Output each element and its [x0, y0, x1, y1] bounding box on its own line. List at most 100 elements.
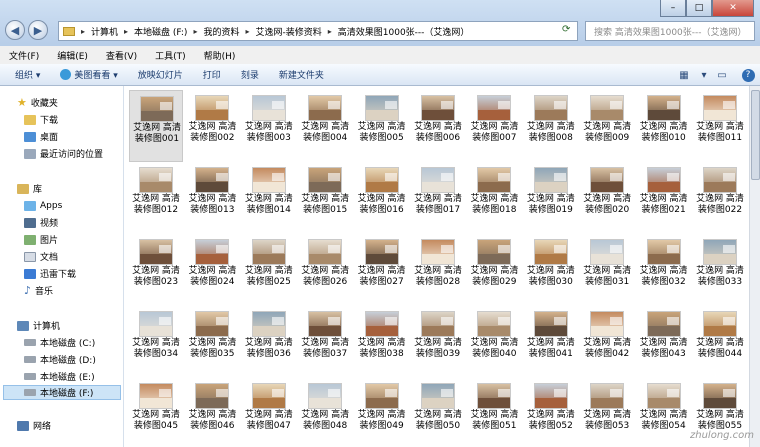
- menu-view[interactable]: 查看(V): [106, 49, 137, 62]
- file-item[interactable]: 艾逸网 高清装修图041: [524, 306, 578, 378]
- file-item[interactable]: 艾逸网 高清装修图047: [242, 378, 296, 447]
- minimize-button[interactable]: –: [660, 0, 686, 17]
- sidebar-item-recent[interactable]: 最近访问的位置: [24, 146, 103, 161]
- file-item[interactable]: 艾逸网 高清装修图012: [129, 162, 183, 234]
- file-item[interactable]: 艾逸网 高清装修图022: [693, 162, 747, 234]
- file-item[interactable]: 艾逸网 高清装修图011: [693, 90, 747, 162]
- file-item[interactable]: 艾逸网 高清装修图039: [411, 306, 465, 378]
- address-bar[interactable]: ▸ 计算机 ▸ 本地磁盘 (F:) ▸ 我的资料 ▸ 艾逸网-装修资料 ▸ 高清效果图10…: [58, 21, 578, 41]
- file-item[interactable]: 艾逸网 高清装修图028: [411, 234, 465, 306]
- file-item[interactable]: 艾逸网 高清装修图010: [637, 90, 691, 162]
- file-item[interactable]: 艾逸网 高清装修图025: [242, 234, 296, 306]
- preview-pane-icon[interactable]: ▭: [712, 66, 732, 84]
- file-item[interactable]: 艾逸网 高清装修图003: [242, 90, 296, 162]
- file-item[interactable]: 艾逸网 高清装修图036: [242, 306, 296, 378]
- file-item[interactable]: 艾逸网 高清装修图005: [355, 90, 409, 162]
- file-item[interactable]: 艾逸网 高清装修图007: [467, 90, 521, 162]
- file-item[interactable]: 艾逸网 高清装修图019: [524, 162, 578, 234]
- refresh-icon[interactable]: ⟳: [562, 24, 570, 35]
- sidebar-item-disk-f[interactable]: 本地磁盘 (F:): [3, 385, 121, 400]
- file-item[interactable]: 艾逸网 高清装修图031: [580, 234, 634, 306]
- breadcrumb-current-folder[interactable]: 高清效果图1000张---（艾逸网）: [338, 25, 470, 38]
- file-item[interactable]: 艾逸网 高清装修图002: [185, 90, 239, 162]
- menu-tools[interactable]: 工具(T): [155, 49, 186, 62]
- file-item[interactable]: 艾逸网 高清装修图032: [637, 234, 691, 306]
- sidebar-network[interactable]: 网络: [17, 418, 51, 433]
- breadcrumb-decor-data[interactable]: 艾逸网-装修资料: [256, 25, 322, 38]
- file-item[interactable]: 艾逸网 高清装修图046: [185, 378, 239, 447]
- breadcrumb-computer[interactable]: 计算机: [91, 25, 118, 38]
- back-button[interactable]: ◀: [5, 20, 25, 40]
- file-item[interactable]: 艾逸网 高清装修图026: [298, 234, 352, 306]
- sidebar-favorites[interactable]: ★ 收藏夹: [17, 95, 58, 110]
- file-item[interactable]: 艾逸网 高清装修图008: [524, 90, 578, 162]
- file-item[interactable]: 艾逸网 高清装修图033: [693, 234, 747, 306]
- file-item[interactable]: 艾逸网 高清装修图053: [580, 378, 634, 447]
- file-item[interactable]: 艾逸网 高清装修图052: [524, 378, 578, 447]
- vertical-scrollbar[interactable]: [749, 86, 760, 447]
- view-options-icon[interactable]: ▦: [674, 66, 694, 84]
- file-item[interactable]: 艾逸网 高清装修图051: [467, 378, 521, 447]
- menu-file[interactable]: 文件(F): [9, 49, 39, 62]
- file-item[interactable]: 艾逸网 高清装修图040: [467, 306, 521, 378]
- file-item[interactable]: 艾逸网 高清装修图018: [467, 162, 521, 234]
- file-item[interactable]: 艾逸网 高清装修图048: [298, 378, 352, 447]
- forward-button[interactable]: ▶: [28, 20, 48, 40]
- breadcrumb-my-data[interactable]: 我的资料: [203, 25, 239, 38]
- file-item[interactable]: 艾逸网 高清装修图020: [580, 162, 634, 234]
- file-item[interactable]: 艾逸网 高清装修图034: [129, 306, 183, 378]
- file-item[interactable]: 艾逸网 高清装修图016: [355, 162, 409, 234]
- organize-button[interactable]: 组织 ▾: [15, 68, 40, 81]
- slideshow-button[interactable]: 放映幻灯片: [138, 68, 183, 81]
- file-item[interactable]: 艾逸网 高清装修图045: [129, 378, 183, 447]
- file-item[interactable]: 艾逸网 高清装修图009: [580, 90, 634, 162]
- sidebar-item-disk-e[interactable]: 本地磁盘 (E:): [24, 369, 95, 384]
- viewer-button[interactable]: 美图看看 ▾: [60, 68, 118, 81]
- sidebar-item-video[interactable]: 视频: [24, 215, 58, 230]
- sidebar-item-xunlei[interactable]: 迅雷下载: [24, 266, 76, 281]
- file-item[interactable]: 艾逸网 高清装修图024: [185, 234, 239, 306]
- file-item[interactable]: 艾逸网 高清装修图006: [411, 90, 465, 162]
- file-item[interactable]: 艾逸网 高清装修图037: [298, 306, 352, 378]
- file-item[interactable]: 艾逸网 高清装修图054: [637, 378, 691, 447]
- sidebar-computer[interactable]: 计算机: [17, 318, 60, 333]
- file-item[interactable]: 艾逸网 高清装修图044: [693, 306, 747, 378]
- sidebar-item-pictures[interactable]: 图片: [24, 232, 58, 247]
- file-item[interactable]: 艾逸网 高清装修图014: [242, 162, 296, 234]
- file-item[interactable]: 艾逸网 高清装修图013: [185, 162, 239, 234]
- sidebar-item-disk-d[interactable]: 本地磁盘 (D:): [24, 352, 96, 367]
- burn-button[interactable]: 刻录: [241, 68, 259, 81]
- sidebar-item-apps[interactable]: Apps: [24, 198, 62, 213]
- file-item[interactable]: 艾逸网 高清装修图043: [637, 306, 691, 378]
- file-item[interactable]: 艾逸网 高清装修图042: [580, 306, 634, 378]
- file-item[interactable]: 艾逸网 高清装修图035: [185, 306, 239, 378]
- file-item[interactable]: 艾逸网 高清装修图050: [411, 378, 465, 447]
- breadcrumb-disk-f[interactable]: 本地磁盘 (F:): [134, 25, 187, 38]
- file-item[interactable]: 艾逸网 高清装修图023: [129, 234, 183, 306]
- file-item[interactable]: 艾逸网 高清装修图030: [524, 234, 578, 306]
- file-item[interactable]: 艾逸网 高清装修图038: [355, 306, 409, 378]
- print-button[interactable]: 打印: [203, 68, 221, 81]
- close-button[interactable]: ✕: [712, 0, 754, 17]
- file-item[interactable]: 艾逸网 高清装修图029: [467, 234, 521, 306]
- sidebar-item-disk-c[interactable]: 本地磁盘 (C:): [24, 335, 95, 350]
- sidebar-item-music[interactable]: ♪ 音乐: [24, 283, 53, 298]
- file-item[interactable]: 艾逸网 高清装修图015: [298, 162, 352, 234]
- sidebar-item-downloads[interactable]: 下载: [24, 112, 58, 127]
- sidebar-item-desktop[interactable]: 桌面: [24, 129, 58, 144]
- file-item[interactable]: 艾逸网 高清装修图001: [129, 90, 183, 162]
- scrollbar-thumb[interactable]: [751, 90, 760, 180]
- help-icon[interactable]: ?: [738, 66, 758, 84]
- maximize-button[interactable]: □: [686, 0, 712, 17]
- file-item[interactable]: 艾逸网 高清装修图004: [298, 90, 352, 162]
- sidebar-item-documents[interactable]: 文档: [24, 249, 58, 264]
- file-item[interactable]: 艾逸网 高清装修图049: [355, 378, 409, 447]
- file-item[interactable]: 艾逸网 高清装修图021: [637, 162, 691, 234]
- search-input[interactable]: 搜索 高清效果图1000张---（艾逸网）: [585, 21, 755, 41]
- file-item[interactable]: 艾逸网 高清装修图027: [355, 234, 409, 306]
- menu-help[interactable]: 帮助(H): [204, 49, 236, 62]
- new-folder-button[interactable]: 新建文件夹: [279, 68, 324, 81]
- view-dropdown-icon[interactable]: ▾: [694, 66, 714, 84]
- file-item[interactable]: 艾逸网 高清装修图017: [411, 162, 465, 234]
- sidebar-library[interactable]: 库: [17, 181, 42, 196]
